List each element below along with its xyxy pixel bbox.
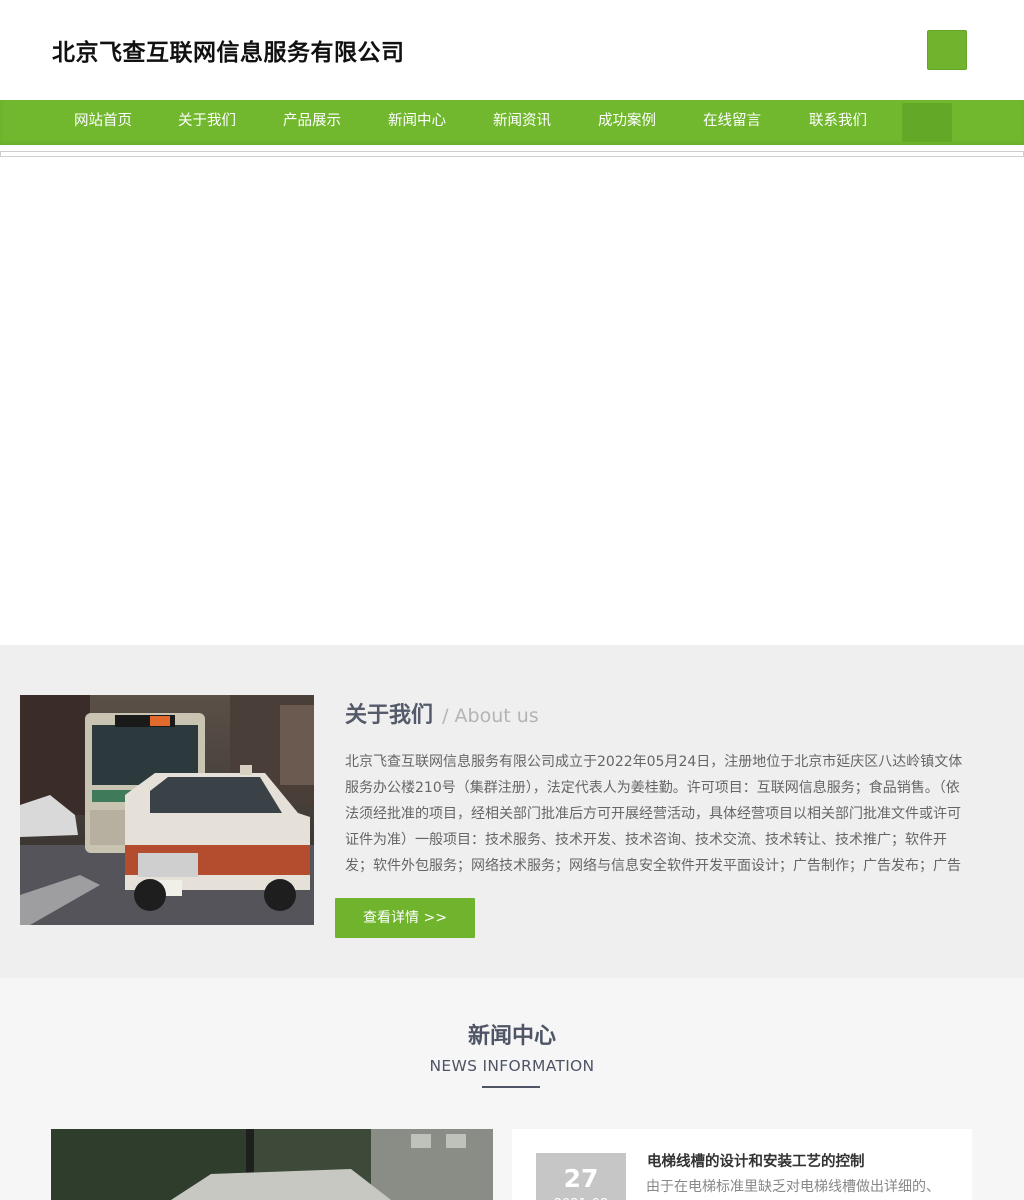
- main-nav: 网站首页 关于我们 产品展示 新闻中心 新闻资讯 成功案例 在线留言 联系我们: [0, 100, 1024, 145]
- about-title-zh: 关于我们: [345, 703, 434, 728]
- news-section: 新闻中心 NEWS INFORMATION 27 2021-08 电梯线槽的设计…: [0, 978, 1024, 1200]
- news-title-underline: [482, 1086, 540, 1088]
- banner-area: [0, 158, 1024, 645]
- nav-item-message[interactable]: 在线留言: [703, 100, 761, 145]
- news-list-item[interactable]: 27 2021-08 电梯线槽的设计和安装工艺的控制 由于在电梯标准里缺乏对电梯…: [512, 1129, 972, 1200]
- about-image: [20, 695, 314, 925]
- about-details-button[interactable]: 查看详情 >>: [335, 898, 475, 938]
- nav-item-cases[interactable]: 成功案例: [598, 100, 656, 145]
- news-photo: [51, 1129, 493, 1200]
- nav-item-about[interactable]: 关于我们: [178, 100, 236, 145]
- about-section: 关于我们 / About us 北京飞查互联网信息服务有限公司成立于2022年0…: [0, 645, 1024, 978]
- menu-icon[interactable]: [927, 30, 967, 70]
- site-title[interactable]: 北京飞查互联网信息服务有限公司: [52, 33, 405, 67]
- street-photo: [20, 695, 314, 925]
- nav-item-news-center[interactable]: 新闻中心: [388, 100, 446, 145]
- news-title: 新闻中心: [467, 1024, 556, 1049]
- news-subtitle: NEWS INFORMATION: [429, 1057, 595, 1075]
- site-header: 北京飞查互联网信息服务有限公司: [0, 0, 1024, 100]
- news-item-title[interactable]: 电梯线槽的设计和安装工艺的控制: [647, 1150, 865, 1171]
- nav-divider: [0, 151, 1024, 157]
- news-item-summary: 由于在电梯标准里缺乏对电梯线槽做出详细的、: [646, 1179, 940, 1195]
- nav-item-news[interactable]: 新闻资讯: [493, 100, 551, 145]
- nav-item-contact[interactable]: 联系我们: [809, 100, 867, 145]
- nav-item-products[interactable]: 产品展示: [283, 100, 341, 145]
- search-icon[interactable]: [902, 103, 952, 142]
- about-heading: 关于我们 / About us: [345, 697, 539, 729]
- about-description: 北京飞查互联网信息服务有限公司成立于2022年05月24日，注册地位于北京市延庆…: [345, 754, 963, 874]
- news-date-day: 27: [563, 1164, 599, 1193]
- about-title-en: / About us: [442, 705, 539, 727]
- news-date-badge: 27 2021-08: [536, 1153, 626, 1200]
- nav-item-home[interactable]: 网站首页: [74, 100, 132, 145]
- news-image[interactable]: [51, 1129, 493, 1200]
